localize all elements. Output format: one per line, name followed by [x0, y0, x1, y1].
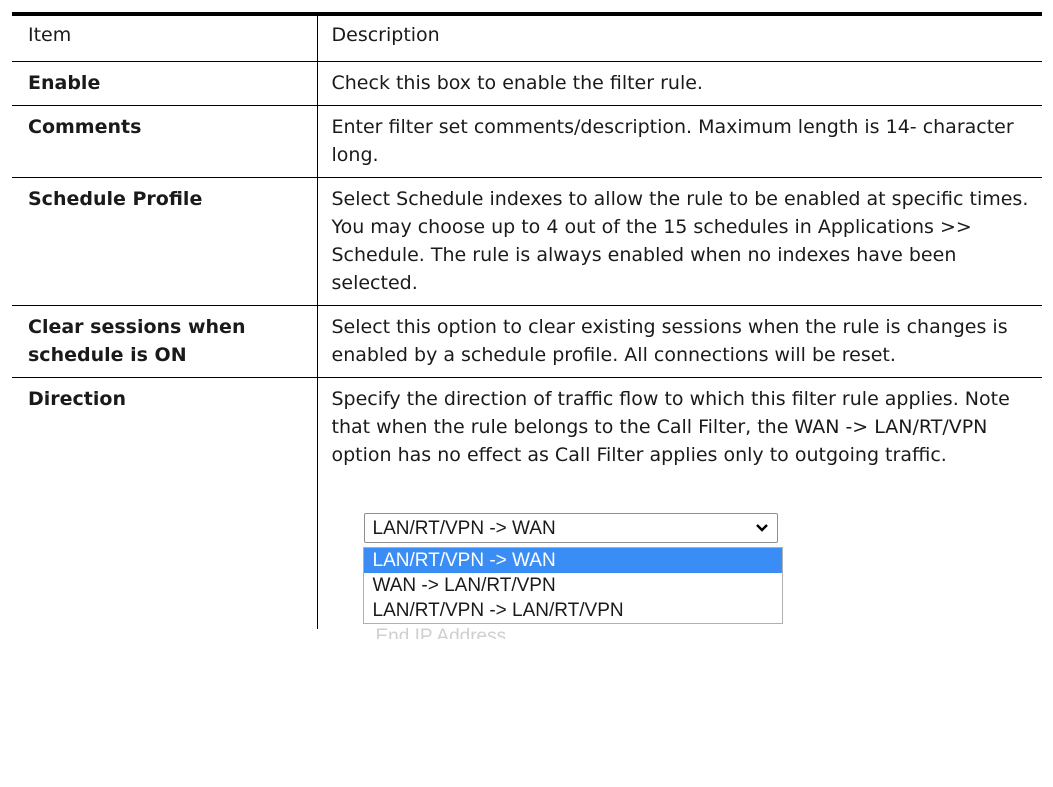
- direction-option-lan-to-wan[interactable]: LAN/RT/VPN -> WAN: [363, 548, 782, 573]
- row-description-direction: Specify the direction of traffic flow to…: [331, 388, 1010, 466]
- row-item-enable: Enable: [12, 61, 317, 106]
- direction-select-value: LAN/RT/VPN -> WAN: [372, 518, 556, 539]
- parameter-table: Item Description Enable Check this box t…: [12, 16, 1042, 639]
- row-description-direction-cell: Specify the direction of traffic flow to…: [316, 377, 1042, 639]
- row-item-direction: Direction: [28, 388, 126, 410]
- table-row: Enable Check this box to enable the filt…: [12, 61, 1042, 106]
- direction-select[interactable]: LAN/RT/VPN -> WAN: [363, 513, 778, 543]
- column-header-description: Description: [316, 16, 1042, 62]
- chevron-down-icon: [755, 514, 769, 551]
- row-description-enable: Check this box to enable the filter rule…: [316, 61, 1042, 106]
- table-header-row: Item Description: [12, 16, 1042, 62]
- row-item-clear-sessions: Clear sessions when schedule is ON: [12, 305, 317, 378]
- direction-dropdown-list: LAN/RT/VPN -> WAN WAN -> LAN/RT/VPN LAN/…: [362, 547, 783, 624]
- table-row: Direction Specify the direction of traff…: [12, 377, 1042, 639]
- table-row: Comments Enter filter set comments/descr…: [12, 105, 1042, 178]
- row-item-comments: Comments: [12, 105, 317, 178]
- direction-option-wan-to-lan[interactable]: WAN -> LAN/RT/VPN: [364, 573, 782, 598]
- partial-end-ip-label: End IP Address: [375, 626, 507, 639]
- row-description-comments: Enter filter set comments/description. M…: [316, 105, 1042, 178]
- column-header-item: Item: [12, 16, 317, 62]
- row-item-schedule-profile: Schedule Profile: [12, 177, 317, 306]
- table-row: Clear sessions when schedule is ON Selec…: [12, 305, 1042, 378]
- direction-screenshot: Specify the direction of traffic flow to…: [331, 385, 1031, 639]
- row-description-clear-sessions: Select this option to clear existing ses…: [316, 305, 1042, 378]
- table-row: Schedule Profile Select Schedule indexes…: [12, 177, 1042, 306]
- row-description-schedule-profile: Select Schedule indexes to allow the rul…: [316, 177, 1042, 306]
- direction-option-lan-to-lan[interactable]: LAN/RT/VPN -> LAN/RT/VPN: [364, 598, 782, 623]
